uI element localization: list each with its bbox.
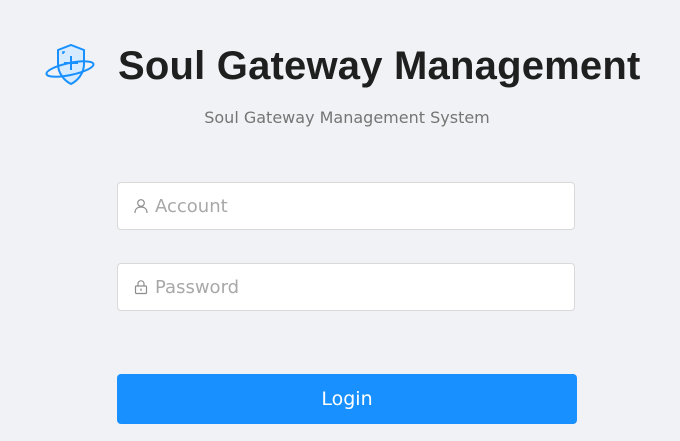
header: Soul Gateway Management xyxy=(44,38,641,94)
user-icon xyxy=(133,198,149,214)
page-subtitle: Soul Gateway Management System xyxy=(204,108,490,127)
page-title: Soul Gateway Management xyxy=(118,43,641,88)
password-input[interactable] xyxy=(155,276,555,298)
account-field[interactable] xyxy=(117,182,575,230)
account-input[interactable] xyxy=(155,195,555,217)
lock-icon xyxy=(133,279,149,295)
login-page: Soul Gateway Management Soul Gateway Man… xyxy=(0,0,680,441)
login-button[interactable]: Login xyxy=(117,374,577,424)
shield-logo-icon xyxy=(44,40,96,92)
password-field[interactable] xyxy=(117,263,575,311)
